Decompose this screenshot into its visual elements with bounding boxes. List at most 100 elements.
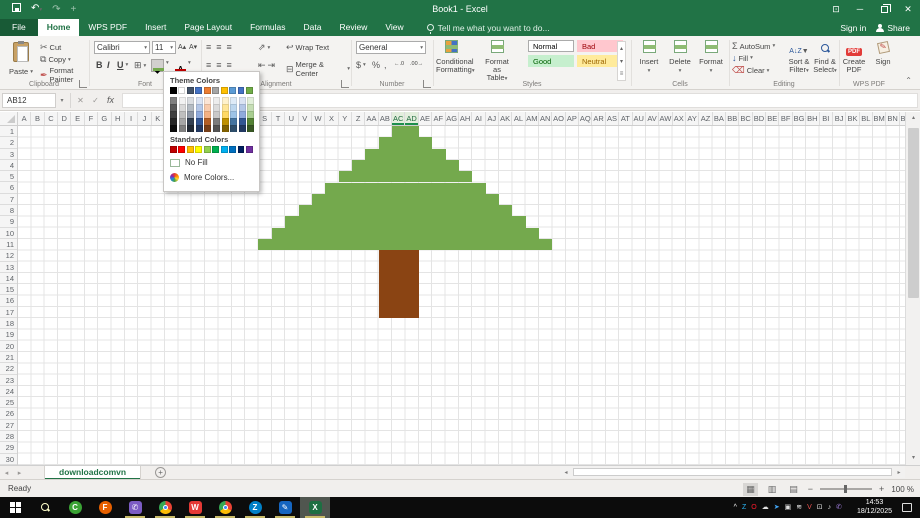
theme-tint-swatch-r3-c8[interactable] <box>230 111 237 118</box>
scroll-up-icon[interactable]: ▴ <box>906 112 920 125</box>
copy-button[interactable]: ⧉Copy▾ <box>40 54 71 65</box>
share-button[interactable]: Share <box>876 23 910 33</box>
theme-tint-swatch-r4-c9[interactable] <box>239 118 246 125</box>
column-header-AE[interactable]: AE <box>419 112 432 125</box>
theme-tint-swatch-r4-c4[interactable] <box>196 118 203 125</box>
theme-tint-swatch-r5-c2[interactable] <box>179 125 186 132</box>
column-header-BD[interactable]: BD <box>753 112 766 125</box>
borders-button[interactable]: ⊞▾ <box>134 60 146 71</box>
font-color-caret[interactable]: ▾ <box>188 60 191 66</box>
theme-tint-swatch-r5-c3[interactable] <box>187 125 194 132</box>
column-header-F[interactable]: F <box>85 112 98 125</box>
theme-color-swatch-8[interactable] <box>229 87 236 94</box>
row-header-15[interactable]: 15 <box>0 284 17 295</box>
tell-me-box[interactable]: Tell me what you want to do... <box>413 19 550 36</box>
theme-color-swatch-4[interactable] <box>195 87 202 94</box>
minimize-icon[interactable]: ─ <box>848 0 872 19</box>
theme-tint-swatch-r4-c10[interactable] <box>247 118 254 125</box>
theme-tint-swatch-r3-c7[interactable] <box>222 111 229 118</box>
column-header-AR[interactable]: AR <box>592 112 605 125</box>
scroll-right-icon[interactable]: ▸ <box>893 469 905 476</box>
theme-tint-swatch-r1-c2[interactable] <box>179 97 186 104</box>
column-header-BH[interactable]: BH <box>806 112 819 125</box>
vertical-scroll-thumb[interactable] <box>908 128 919 298</box>
sheet-nav-left-icon[interactable]: ◂ <box>0 469 13 477</box>
column-header-D[interactable]: D <box>58 112 71 125</box>
theme-color-swatch-9[interactable] <box>238 87 245 94</box>
row-header-7[interactable]: 7 <box>0 194 17 205</box>
page-layout-view-button[interactable]: ▥ <box>765 483 780 496</box>
column-header-Z[interactable]: Z <box>352 112 365 125</box>
theme-tint-swatch-r2-c8[interactable] <box>230 104 237 111</box>
theme-color-swatch-5[interactable] <box>204 87 211 94</box>
tab-data[interactable]: Data <box>295 19 331 36</box>
tree-leaf-row-11[interactable] <box>258 239 552 250</box>
theme-tint-swatch-r5-c4[interactable] <box>196 125 203 132</box>
tab-page-layout[interactable]: Page Layout <box>175 19 241 36</box>
column-header-J[interactable]: J <box>138 112 151 125</box>
column-header-V[interactable]: V <box>299 112 312 125</box>
sheet-nav-right-icon[interactable]: ▸ <box>13 469 26 477</box>
vertical-scrollbar[interactable]: ▴ ▾ <box>905 112 920 465</box>
theme-tint-swatch-r4-c5[interactable] <box>204 118 211 125</box>
column-header-AY[interactable]: AY <box>686 112 699 125</box>
taskbar-app-wps-office[interactable]: W <box>180 497 210 518</box>
theme-tint-swatch-r3-c6[interactable] <box>213 111 220 118</box>
sort-filter-button[interactable]: A↓Z▼ Sort &Filter▾ <box>786 40 812 75</box>
clipboard-dialog-launcher[interactable] <box>79 80 87 88</box>
theme-color-swatch-6[interactable] <box>212 87 219 94</box>
theme-tint-swatch-r5-c1[interactable] <box>170 125 177 132</box>
taskbar-app-photos[interactable]: ✎ <box>270 497 300 518</box>
row-header-30[interactable]: 30 <box>0 454 17 465</box>
row-header-11[interactable]: 11 <box>0 239 17 250</box>
number-dialog-launcher[interactable] <box>423 80 431 88</box>
standard-color-swatch-2[interactable] <box>178 146 185 153</box>
row-header-22[interactable]: 22 <box>0 363 17 374</box>
column-header-AS[interactable]: AS <box>606 112 619 125</box>
column-header-H[interactable]: H <box>112 112 125 125</box>
row-header-19[interactable]: 19 <box>0 329 17 340</box>
tree-leaf-row-10[interactable] <box>272 228 539 239</box>
name-box[interactable]: AB12 <box>2 93 56 108</box>
indent-buttons[interactable]: ⇤⇥ <box>258 60 275 71</box>
column-header-AN[interactable]: AN <box>539 112 552 125</box>
restore-icon[interactable] <box>872 0 896 19</box>
cut-button[interactable]: ✂Cut <box>40 42 61 53</box>
theme-tint-swatch-r3-c5[interactable] <box>204 111 211 118</box>
taskbar-clock[interactable]: 14:5318/12/2025 <box>857 498 892 516</box>
theme-tint-swatch-r1-c6[interactable] <box>213 97 220 104</box>
tree-leaf-row-8[interactable] <box>299 205 513 216</box>
tab-formulas[interactable]: Formulas <box>241 19 294 36</box>
sign-button[interactable]: Sign <box>870 40 896 66</box>
start-button[interactable] <box>0 497 30 518</box>
column-header-BF[interactable]: BF <box>779 112 792 125</box>
autosum-button[interactable]: ΣAutoSum▾ <box>732 41 775 51</box>
column-header-AZ[interactable]: AZ <box>699 112 712 125</box>
taskbar-app-excel[interactable]: X <box>300 497 330 518</box>
column-header-G[interactable]: G <box>98 112 111 125</box>
scroll-left-icon[interactable]: ◂ <box>560 469 572 476</box>
horizontal-scrollbar[interactable]: ◂ ▸ <box>560 466 905 478</box>
column-header-AA[interactable]: AA <box>365 112 378 125</box>
standard-color-swatch-8[interactable] <box>229 146 236 153</box>
tree-leaf-row-3[interactable] <box>365 149 445 160</box>
alignment-dialog-launcher[interactable] <box>341 80 349 88</box>
theme-tint-swatch-r1-c3[interactable] <box>187 97 194 104</box>
column-header-AT[interactable]: AT <box>619 112 632 125</box>
theme-tint-swatch-r3-c1[interactable] <box>170 111 177 118</box>
tree-leaf-row-2[interactable] <box>379 137 432 148</box>
hidden-icons-caret-icon[interactable]: ^ <box>734 497 737 518</box>
column-header-AD[interactable]: AD <box>405 112 418 125</box>
row-header-28[interactable]: 28 <box>0 431 17 442</box>
theme-tint-swatch-r3-c9[interactable] <box>239 111 246 118</box>
column-header-AJ[interactable]: AJ <box>486 112 499 125</box>
network-tray-icon[interactable]: ≋ <box>796 497 802 518</box>
tree-leaf-row-5[interactable] <box>339 171 473 182</box>
theme-tint-swatch-r3-c2[interactable] <box>179 111 186 118</box>
standard-color-swatch-3[interactable] <box>187 146 194 153</box>
page-break-view-button[interactable]: ▤ <box>786 483 801 496</box>
collapse-ribbon-icon[interactable]: ⌃ <box>905 76 912 85</box>
scroll-down-icon[interactable]: ▾ <box>906 452 920 465</box>
underline-button[interactable]: U▾ <box>117 60 128 70</box>
more-colors-item[interactable]: More Colors... <box>170 171 253 184</box>
